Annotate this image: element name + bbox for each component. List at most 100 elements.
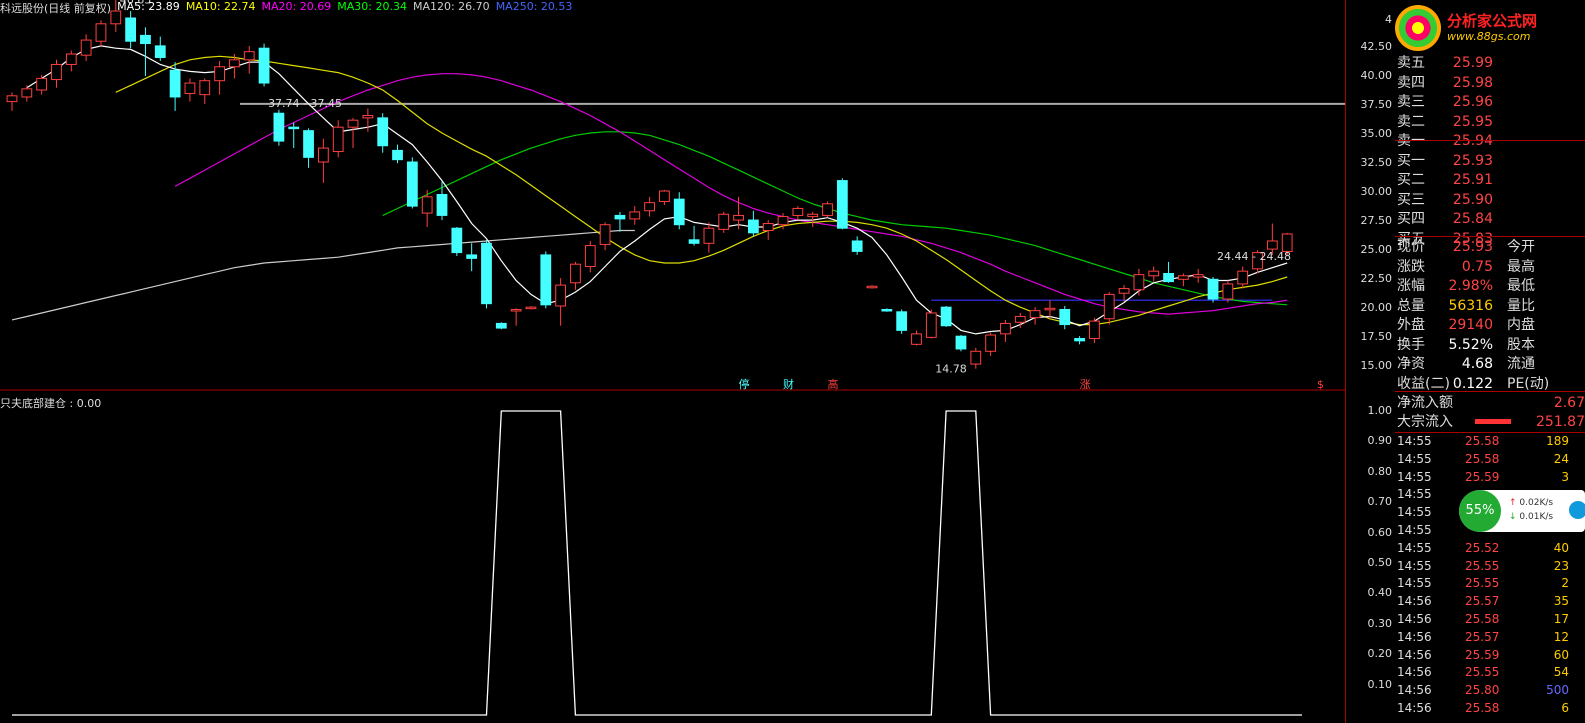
- indicator-line: [12, 410, 1302, 716]
- stat-value: 0.122: [1452, 375, 1493, 392]
- tick-time: 14:55: [1397, 540, 1432, 555]
- tick-volume: 189: [1546, 434, 1569, 448]
- flow-label: 大宗流入: [1397, 414, 1453, 430]
- candle-body: [659, 190, 670, 202]
- candle-body: [229, 59, 240, 68]
- quote-stat-row: 总量 56316 量比: [1395, 297, 1585, 315]
- tick-row: 14:56 25.55 54: [1395, 664, 1585, 681]
- tick-price: 25.58: [1465, 612, 1500, 626]
- indicator-title: 只夫底部建仓 : 0.00: [0, 397, 102, 410]
- candle-body: [1103, 293, 1115, 320]
- indicator-axis-label: 1.00: [1367, 404, 1393, 417]
- tick-row: 14:56 25.57 12: [1395, 629, 1585, 646]
- stat-label-right: 量比: [1507, 297, 1535, 314]
- candle-body: [822, 203, 833, 216]
- tick-time: 14:55: [1397, 451, 1432, 466]
- candle-body: [1237, 270, 1249, 285]
- candle-body: [747, 219, 759, 234]
- candle-body: [125, 17, 137, 42]
- tick-time: 14:55: [1397, 523, 1432, 537]
- stat-label-right: 流通: [1507, 356, 1535, 372]
- candle-body: [1074, 338, 1085, 342]
- candle-body: [65, 53, 77, 65]
- flow-value: 251.87: [1536, 414, 1585, 430]
- tick-time: 14:56: [1397, 629, 1432, 644]
- quote-stat-row: 收益(二) 0.122 PE(动): [1395, 375, 1585, 393]
- candle-body: [199, 80, 211, 96]
- candle-body: [733, 214, 744, 221]
- tick-row: 14:56 25.57 35: [1395, 593, 1585, 610]
- candle-body: [1059, 308, 1071, 326]
- tick-price: 25.58: [1465, 451, 1500, 466]
- candle-body: [911, 333, 922, 345]
- tick-volume: 23: [1553, 558, 1569, 573]
- stat-label: 外盘: [1397, 317, 1425, 333]
- candle-body: [1089, 320, 1100, 340]
- candle-body: [1118, 288, 1130, 294]
- stat-label-right: 最低: [1507, 278, 1535, 294]
- tick-price: 25.57: [1465, 594, 1500, 609]
- tick-price: 25.58: [1465, 434, 1500, 448]
- order-level-label: 卖四: [1397, 74, 1425, 91]
- candle-body: [36, 77, 48, 91]
- ma-legend-item: MA120: 26.70: [412, 0, 490, 13]
- logo-name: 分析家公式网: [1447, 12, 1538, 30]
- stat-label: 涨幅: [1397, 278, 1425, 294]
- price-axis-label: 20.00: [1360, 301, 1393, 315]
- order-level-label: 卖五: [1397, 55, 1425, 71]
- quote-panel: 分析家公式网 www.88gs.com 55% ↑ 0.02K/s ↓ 0.01…: [1395, 0, 1585, 723]
- candle-body: [317, 147, 329, 163]
- indicator-axis-label: 0.40: [1367, 586, 1393, 600]
- tick-row: 14:56 25.58 17: [1395, 611, 1585, 628]
- tick-time: 14:55: [1397, 558, 1432, 573]
- order-book-row: 卖三 25.96: [1395, 93, 1585, 111]
- candle-body: [1207, 278, 1219, 300]
- candle-body: [836, 180, 848, 229]
- stat-value: 2.98%: [1448, 278, 1493, 294]
- tick-volume: 6: [1561, 701, 1569, 715]
- order-price: 25.93: [1452, 152, 1493, 169]
- price-axis-label: 42.50: [1360, 40, 1393, 54]
- candle-body: [525, 306, 537, 310]
- stat-label-right: PE(动): [1507, 375, 1550, 392]
- tick-row: 14:55 25.52 40: [1395, 540, 1585, 557]
- stat-label-right: 最高: [1507, 258, 1535, 275]
- candle-body: [1281, 233, 1293, 252]
- candle-body: [6, 95, 18, 103]
- tick-time: 14:56: [1397, 683, 1432, 698]
- ma-legend: 科远股份(日线 前复权) MA5: 23.89 MA10: 22.74 MA20: …: [0, 0, 572, 15]
- candle-body: [896, 311, 908, 331]
- quote-stat-row: 外盘 29140 内盘: [1395, 316, 1585, 334]
- order-price: 25.84: [1452, 211, 1493, 227]
- flow-bar: [1475, 419, 1511, 424]
- order-price: 25.99: [1452, 55, 1493, 71]
- order-price: 25.90: [1452, 191, 1493, 208]
- candle-body: [80, 39, 92, 56]
- event-marker: 高: [828, 377, 839, 391]
- candle-body: [792, 207, 804, 216]
- candle-body: [421, 196, 433, 214]
- tick-volume: 35: [1553, 594, 1569, 609]
- tick-volume: 54: [1553, 665, 1569, 680]
- order-level-label: 卖一: [1397, 133, 1425, 149]
- candle-body: [807, 213, 819, 218]
- candle-body: [1192, 274, 1204, 278]
- tick-price: 25.58: [1465, 701, 1500, 715]
- candle-body: [777, 216, 789, 226]
- ma-legend-item: MA10: 22.74: [185, 0, 256, 13]
- candle-body: [362, 115, 374, 119]
- price-axis: 4 42.50 40.00 37.50 35.00 32.50 30.00 27.50 25.0…: [1345, 0, 1396, 723]
- stat-label: 换手: [1397, 336, 1425, 353]
- tick-time: 14:56: [1397, 612, 1432, 626]
- candle-body: [555, 284, 567, 307]
- tick-row: 14:55: [1395, 504, 1585, 521]
- candle-body: [214, 66, 225, 82]
- tick-volume: 2: [1561, 576, 1569, 591]
- order-level-label: 买二: [1397, 172, 1425, 188]
- tick-volume: 24: [1553, 451, 1569, 466]
- quote-stat-row: 涨跌 0.75 最高: [1395, 258, 1585, 276]
- order-book-row: 买一 25.93: [1395, 152, 1585, 170]
- flower-logo-icon: [1395, 5, 1441, 51]
- event-marker: $: [1317, 378, 1324, 391]
- kline-chart[interactable]: 46.6337.74 - 37.4514.7824.44 - 24.48停财高涨…: [0, 0, 1345, 723]
